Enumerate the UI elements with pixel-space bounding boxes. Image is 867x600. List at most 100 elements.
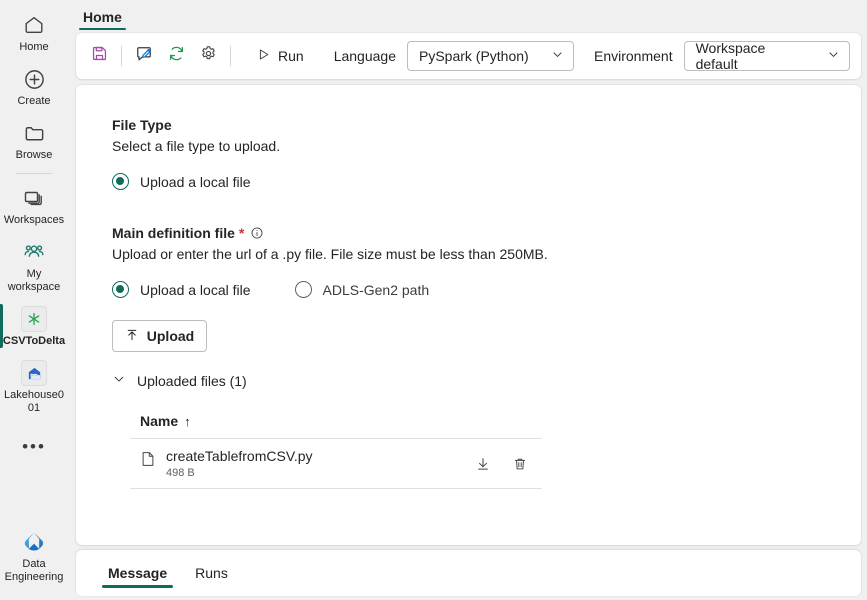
sidebar-item-browse[interactable]: Browse	[0, 114, 68, 166]
column-header-name[interactable]: Name ↑	[140, 413, 191, 429]
play-icon	[256, 47, 271, 65]
home-icon	[21, 12, 47, 38]
language-dropdown[interactable]: PySpark (Python)	[406, 41, 574, 71]
sidebar-item-home[interactable]: Home	[0, 6, 68, 58]
run-button-label: Run	[278, 48, 304, 64]
toolbar-separator	[230, 46, 231, 66]
refresh-button[interactable]	[161, 41, 191, 71]
spark-asterisk-icon	[21, 306, 47, 332]
save-icon	[90, 44, 109, 68]
upload-button-label: Upload	[146, 328, 195, 344]
radio-main-def-adls-gen2-path[interactable]: ADLS-Gen2 path	[294, 281, 430, 298]
refresh-icon	[167, 44, 186, 68]
table-header-row: Name ↑	[130, 413, 542, 439]
row-actions	[473, 454, 534, 474]
file-cell: createTablefromCSV.py 498 B	[140, 448, 473, 479]
sidebar-item-label: CSVToDelta	[2, 335, 66, 347]
upload-button[interactable]: Upload	[112, 320, 207, 352]
tab-active-underline	[79, 27, 126, 30]
edit-comment-button[interactable]	[129, 41, 159, 71]
radio-label: Upload a local file	[140, 281, 251, 298]
radio-indicator	[112, 281, 129, 298]
save-button[interactable]	[84, 41, 114, 71]
radio-main-def-upload-local[interactable]: Upload a local file	[112, 281, 251, 298]
sidebar-item-my-workspace[interactable]: My workspace	[0, 233, 68, 298]
delete-icon[interactable]	[510, 454, 530, 474]
radio-indicator	[112, 173, 129, 190]
environment-dropdown[interactable]: Workspace default	[683, 40, 850, 72]
sidebar-item-csvtodelta[interactable]: CSVToDelta	[0, 300, 68, 352]
sidebar-footer: Data Engineering	[0, 523, 68, 590]
radio-indicator	[294, 281, 312, 298]
fabric-logo-icon	[21, 529, 47, 555]
sidebar-item-label: Lakehouse001	[4, 389, 64, 414]
info-circle-icon[interactable]	[250, 226, 264, 240]
chevron-down-icon	[551, 48, 564, 64]
language-dropdown-value: PySpark (Python)	[418, 48, 529, 64]
required-asterisk: *	[238, 225, 245, 241]
table-row[interactable]: createTablefromCSV.py 498 B	[130, 439, 542, 489]
ellipsis-icon: •••	[22, 436, 46, 456]
tab-home-label: Home	[83, 9, 122, 25]
tab-home[interactable]: Home	[77, 9, 128, 30]
environment-label: Environment	[593, 48, 673, 64]
top-tabstrip: Home	[68, 0, 867, 30]
run-button[interactable]: Run	[246, 42, 314, 70]
sidebar-item-label: Workspaces	[3, 214, 65, 226]
left-navigation-sidebar: Home Create Browse Workspaces My workspa…	[0, 0, 68, 600]
file-type-title-text: File Type	[112, 117, 172, 133]
document-icon	[140, 450, 156, 473]
settings-button[interactable]	[193, 41, 223, 71]
uploaded-files-table: Name ↑ createTablefromCSV.py 498 B	[130, 413, 542, 489]
sidebar-item-label: Home	[19, 41, 49, 53]
environment-dropdown-value: Workspace default	[695, 40, 766, 72]
toolbar-separator	[121, 46, 122, 66]
tab-message[interactable]: Message	[98, 555, 177, 592]
file-info: createTablefromCSV.py 498 B	[166, 448, 313, 479]
main-definition-file-title: Main definition file *	[112, 225, 861, 241]
sidebar-item-more[interactable]: •••	[0, 427, 68, 466]
sort-ascending-icon: ↑	[184, 413, 191, 429]
uploaded-files-toggle[interactable]: Uploaded files (1)	[112, 372, 292, 389]
active-indicator-bar	[0, 304, 3, 348]
tab-message-label: Message	[108, 564, 168, 581]
sidebar-item-label: My workspace	[7, 268, 61, 293]
column-header-name-label: Name	[140, 413, 179, 429]
file-type-description: Select a file type to upload.	[112, 138, 281, 154]
file-type-radio-group: Upload a local file	[112, 173, 861, 190]
tab-runs[interactable]: Runs	[185, 555, 238, 592]
file-type-section: File Type Select a file type to upload. …	[112, 117, 861, 190]
sidebar-item-label: Create	[17, 95, 51, 107]
sidebar-item-lakehouse001[interactable]: Lakehouse001	[0, 354, 68, 419]
command-toolbar: Run Language PySpark (Python) Environmen…	[76, 33, 861, 79]
main-definition-file-description: Upload or enter the url of a .py file. F…	[112, 246, 548, 262]
workspaces-icon	[21, 185, 47, 211]
tab-active-underline	[102, 585, 174, 588]
lakehouse-icon	[21, 360, 47, 386]
folder-icon	[21, 120, 47, 146]
bottom-tabstrip: Message Runs	[76, 550, 861, 596]
sidebar-divider	[16, 173, 52, 174]
sidebar-item-create[interactable]: Create	[0, 60, 68, 112]
sidebar-item-label: Data Engineering	[4, 558, 64, 583]
plus-circle-icon	[21, 66, 47, 92]
app-root: Home Create Browse Workspaces My workspa…	[0, 0, 867, 600]
people-icon	[21, 239, 47, 265]
tab-runs-label: Runs	[195, 564, 228, 581]
content-card: File Type Select a file type to upload. …	[76, 85, 861, 545]
radio-label: Upload a local file	[140, 173, 251, 190]
edit-comment-icon	[134, 44, 154, 69]
radio-file-type-upload-local[interactable]: Upload a local file	[112, 173, 251, 190]
file-size: 498 B	[166, 467, 195, 479]
spark-job-definition-form: File Type Select a file type to upload. …	[76, 85, 861, 489]
sidebar-item-data-engineering[interactable]: Data Engineering	[0, 523, 68, 588]
file-name: createTablefromCSV.py	[166, 448, 313, 464]
uploaded-files-label: Uploaded files (1)	[137, 372, 247, 389]
main-definition-file-radio-group: Upload a local file ADLS-Gen2 path	[112, 281, 861, 298]
download-icon[interactable]	[473, 454, 493, 474]
sidebar-item-workspaces[interactable]: Workspaces	[0, 179, 68, 231]
radio-label: ADLS-Gen2 path	[322, 281, 430, 298]
main-definition-file-title-text: Main definition file	[112, 225, 235, 241]
main-definition-file-section: Main definition file * Upload or enter t…	[112, 225, 861, 489]
file-type-title: File Type	[112, 117, 861, 133]
